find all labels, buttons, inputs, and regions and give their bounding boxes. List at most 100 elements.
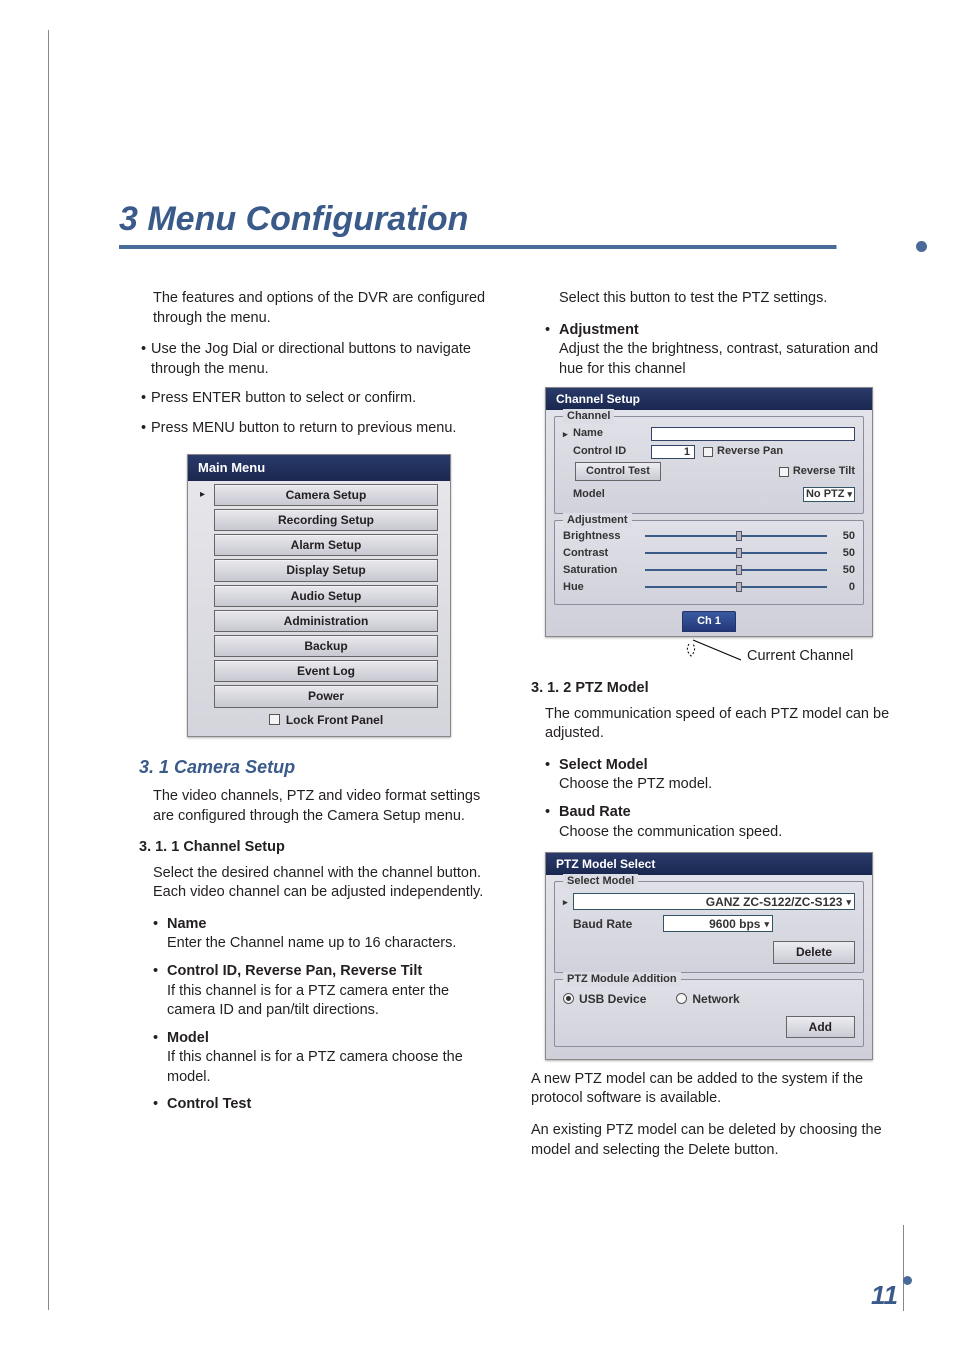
bullet-icon: • — [153, 962, 167, 1021]
title-rule — [119, 245, 899, 249]
control-test-button[interactable]: Control Test — [575, 462, 661, 481]
option-desc: If this channel is for a PTZ camera choo… — [167, 1049, 463, 1085]
add-button[interactable]: Add — [786, 1016, 855, 1038]
bullet-text: Press MENU button to return to previous … — [151, 419, 499, 439]
bullet-icon: • — [153, 915, 167, 954]
option-bullet: • Adjustment Adjust the the brightness, … — [545, 321, 891, 380]
intro-bullet: • Press MENU button to return to previou… — [141, 419, 499, 439]
bullet-icon: • — [153, 1029, 167, 1088]
h3-ptz-model: 3. 1. 2 PTZ Model — [531, 679, 891, 699]
model-dropdown[interactable]: No PTZ ▾ — [803, 487, 855, 502]
group-label-adjustment: Adjustment — [563, 513, 632, 528]
bullet-icon: • — [545, 756, 559, 795]
slider-value: 50 — [833, 529, 855, 544]
option-bullet: • Baud Rate Choose the communication spe… — [545, 803, 891, 842]
brightness-slider[interactable] — [645, 535, 827, 537]
menu-item-audio-setup[interactable]: Audio Setup — [214, 585, 438, 607]
bullet-text: Use the Jog Dial or directional buttons … — [151, 340, 499, 379]
option-bullet: • Model If this channel is for a PTZ cam… — [153, 1029, 499, 1088]
group-label-ptz-addition: PTZ Module Addition — [563, 972, 681, 987]
slider-row: Brightness 50 — [563, 529, 855, 544]
option-desc: Choose the communication speed. — [559, 824, 782, 840]
intro-paragraph: The features and options of the DVR are … — [153, 289, 499, 328]
option-bullet: • Select Model Choose the PTZ model. — [545, 756, 891, 795]
lock-front-panel-row: Lock Front Panel — [214, 712, 438, 728]
option-desc: Enter the Channel name up to 16 characte… — [167, 935, 456, 951]
chevron-down-icon: ▾ — [846, 896, 851, 908]
menu-item-recording-setup[interactable]: Recording Setup — [214, 509, 438, 531]
model-label: Model — [573, 487, 651, 502]
channel-tab[interactable]: Ch 1 — [682, 611, 736, 632]
slider-label: Brightness — [563, 529, 639, 544]
baud-rate-dropdown[interactable]: 9600 bps ▾ — [663, 915, 773, 932]
chevron-down-icon: ▾ — [847, 488, 852, 500]
adjustment-group: Adjustment Brightness 50 Contrast 50 — [554, 520, 864, 605]
slider-row: Saturation 50 — [563, 563, 855, 578]
lock-label: Lock Front Panel — [286, 712, 383, 728]
right-column: Select this button to test the PTZ setti… — [531, 289, 891, 1172]
bullet-icon: • — [153, 1095, 167, 1115]
menu-item-backup[interactable]: Backup — [214, 635, 438, 657]
slider-row: Contrast 50 — [563, 546, 855, 561]
main-menu-screenshot: Main Menu ▸ Camera Setup Recording Setup… — [187, 454, 451, 736]
option-title: Control ID, Reverse Pan, Reverse Tilt — [167, 963, 422, 979]
model-select-value: GANZ ZC-S122/ZC-S123 — [706, 894, 843, 910]
delete-button[interactable]: Delete — [773, 941, 855, 963]
saturation-slider[interactable] — [645, 569, 827, 571]
selection-arrow-icon: ▸ — [563, 896, 573, 908]
usb-device-radio[interactable] — [563, 993, 574, 1004]
ptz-module-addition-group: PTZ Module Addition USB Device Network A… — [554, 979, 864, 1047]
control-id-label: Control ID — [573, 444, 651, 459]
name-input[interactable] — [651, 427, 855, 441]
option-title: Name — [167, 916, 207, 932]
menu-item-administration[interactable]: Administration — [214, 610, 438, 632]
channel-intro: Select the desired channel with the chan… — [153, 864, 499, 903]
reverse-tilt-checkbox[interactable] — [779, 467, 789, 477]
group-label-channel: Channel — [563, 409, 614, 424]
slider-thumb-icon[interactable] — [736, 548, 742, 558]
name-label: Name — [573, 426, 651, 441]
bullet-icon: • — [141, 389, 151, 409]
ptz-para2: An existing PTZ model can be deleted by … — [531, 1121, 891, 1160]
baud-rate-label: Baud Rate — [573, 916, 663, 932]
menu-item-event-log[interactable]: Event Log — [214, 660, 438, 682]
option-title: Model — [167, 1030, 209, 1046]
control-test-desc: Select this button to test the PTZ setti… — [559, 289, 891, 309]
main-menu-title: Main Menu — [188, 455, 450, 481]
slider-thumb-icon[interactable] — [736, 531, 742, 541]
page-dot-icon — [903, 1276, 912, 1285]
slider-label: Saturation — [563, 563, 639, 578]
menu-item-power[interactable]: Power — [214, 685, 438, 707]
bullet-text: Press ENTER button to select or confirm. — [151, 389, 499, 409]
usb-device-label: USB Device — [579, 991, 646, 1007]
menu-item-alarm-setup[interactable]: Alarm Setup — [214, 534, 438, 556]
bullet-icon: • — [545, 803, 559, 842]
model-select-dropdown[interactable]: GANZ ZC-S122/ZC-S123 ▾ — [573, 893, 855, 910]
slider-value: 50 — [833, 563, 855, 578]
baud-rate-value: 9600 bps — [709, 916, 760, 932]
option-title: Control Test — [167, 1096, 251, 1112]
page-corner-line — [903, 1225, 904, 1311]
menu-item-display-setup[interactable]: Display Setup — [214, 559, 438, 581]
slider-thumb-icon[interactable] — [736, 565, 742, 575]
annotation: Current Channel — [531, 641, 891, 669]
title-dot-icon — [916, 241, 927, 252]
control-id-input[interactable]: 1 — [651, 445, 695, 459]
network-radio[interactable] — [676, 993, 687, 1004]
hue-slider[interactable] — [645, 586, 827, 588]
menu-item-camera-setup[interactable]: Camera Setup — [214, 484, 438, 506]
option-title: Select Model — [559, 757, 648, 773]
reverse-pan-checkbox[interactable] — [703, 447, 713, 457]
reverse-tilt-label: Reverse Tilt — [793, 464, 855, 479]
h3-channel-setup: 3. 1. 1 Channel Setup — [139, 838, 499, 858]
ptz-title: PTZ Model Select — [546, 853, 872, 875]
group-label-select-model: Select Model — [563, 874, 638, 889]
channel-setup-screenshot: Channel Setup Channel ▸ Name Control ID … — [545, 387, 873, 637]
slider-thumb-icon[interactable] — [736, 582, 742, 592]
option-bullet: • Name Enter the Channel name up to 16 c… — [153, 915, 499, 954]
slider-label: Hue — [563, 580, 639, 595]
contrast-slider[interactable] — [645, 552, 827, 554]
option-title: Baud Rate — [559, 804, 631, 820]
channel-group: Channel ▸ Name Control ID 1 Reverse Pan — [554, 416, 864, 514]
lock-checkbox[interactable] — [269, 714, 280, 725]
